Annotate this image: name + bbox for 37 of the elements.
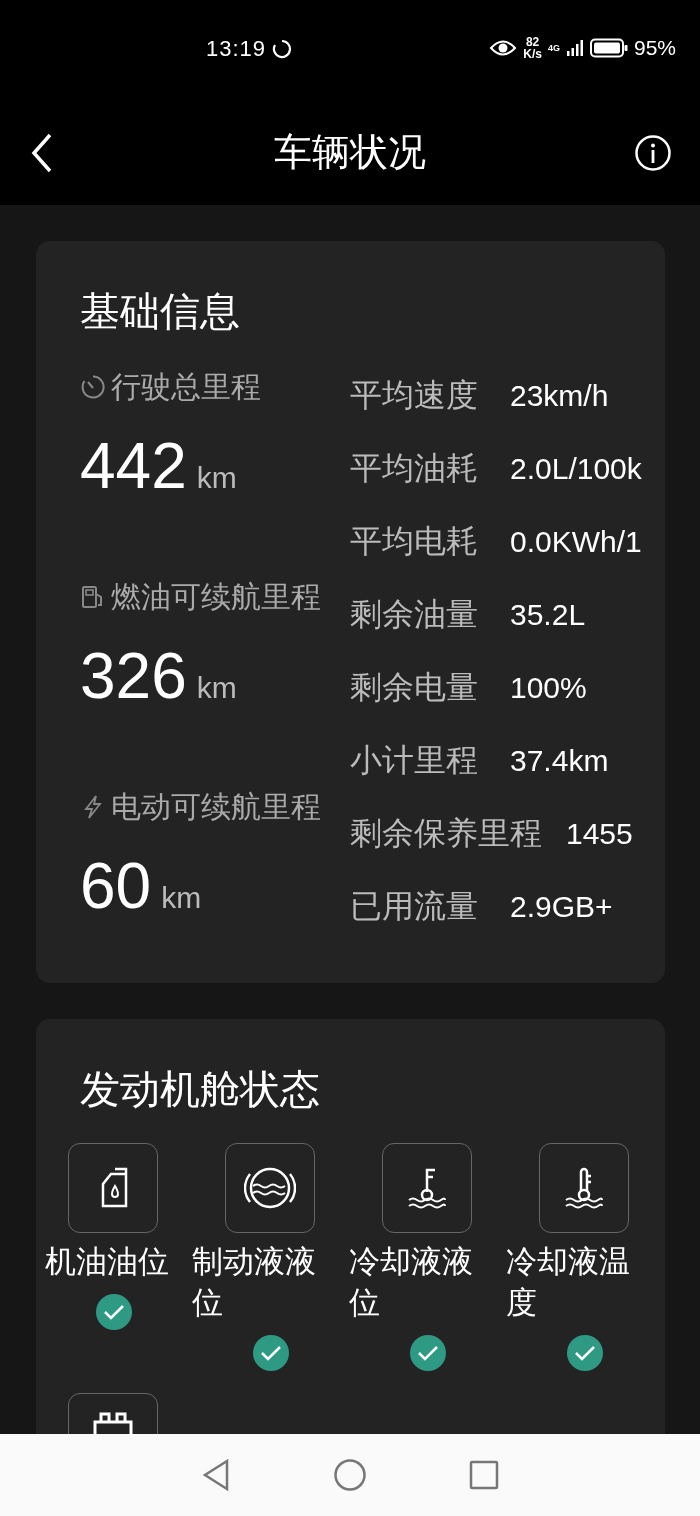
stat-label: 平均速度 <box>350 375 479 415</box>
status-label: 冷却液温度 <box>506 1243 631 1322</box>
net-speed-value: 82 <box>525 36 540 48</box>
stat-label: 平均油耗 <box>350 448 479 488</box>
stat-value: 1455 <box>566 816 633 851</box>
status-label: 机油油位 <box>45 1243 170 1281</box>
section-title: 发动机舱状态 <box>80 1066 321 1113</box>
range-value: 60 <box>80 849 152 924</box>
stat-value: 2.9GB+ <box>510 889 613 924</box>
range-label: 电动可续航里程 <box>111 788 321 825</box>
range-label: 燃油可续航里程 <box>111 578 321 615</box>
network-type: 4G <box>547 43 560 53</box>
section-title: 基础信息 <box>80 288 241 335</box>
stat-label: 剩余保养里程 <box>350 813 542 853</box>
stat-value: 35.2L <box>510 597 586 632</box>
stat-value: 2.0L/100k <box>510 451 642 486</box>
stat-value: 23km/h <box>510 378 609 413</box>
battery-percent: 95% <box>633 36 676 60</box>
status-label: 冷却液液位 <box>349 1243 474 1322</box>
status-label: 制动液液位 <box>192 1243 317 1322</box>
stat-value: 0.0KWh/1 <box>510 524 642 559</box>
stat-label: 剩余电量 <box>350 667 479 707</box>
range-unit: km <box>161 881 202 915</box>
stat-value: 37.4km <box>510 743 609 778</box>
range-value: 442 <box>80 429 187 504</box>
range-label: 行驶总里程 <box>111 368 261 405</box>
clock-time: 13:19 <box>206 36 267 62</box>
stat-value: 100% <box>510 670 587 705</box>
stat-label: 剩余油量 <box>350 594 479 634</box>
range-unit: km <box>196 461 237 495</box>
stat-label: 小计里程 <box>350 740 479 780</box>
page-title: 车辆状况 <box>274 130 426 175</box>
stat-label: 已用流量 <box>350 886 479 926</box>
net-speed-unit: K/s <box>523 48 542 60</box>
range-unit: km <box>196 671 237 705</box>
stat-label: 平均电耗 <box>350 521 479 561</box>
range-value: 326 <box>80 639 187 714</box>
